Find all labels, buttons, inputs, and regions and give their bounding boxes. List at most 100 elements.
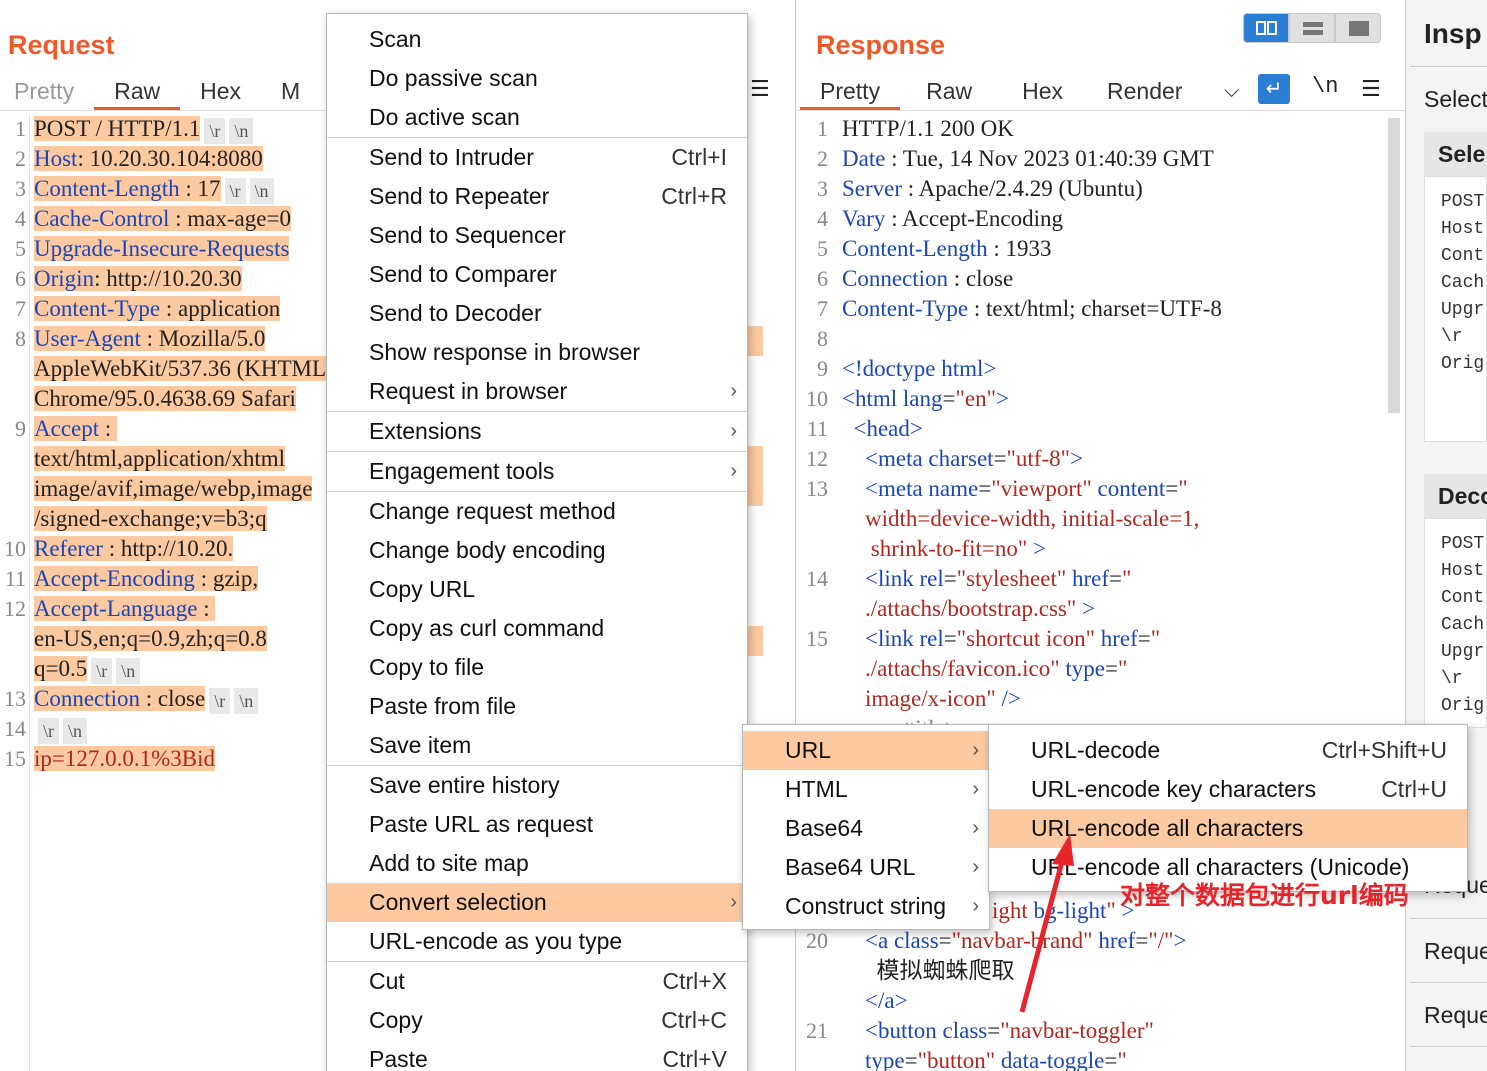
tab-raw[interactable]: Raw: [94, 76, 181, 110]
menu-item-paste-from-file[interactable]: Paste from file: [327, 687, 747, 726]
header-name: >: [1070, 446, 1084, 471]
menu-item-show-response-in-browser[interactable]: Show response in browser: [327, 333, 747, 372]
response-menu-icon[interactable]: ☰: [1361, 76, 1381, 102]
menu-item-paste-url-as-request[interactable]: Paste URL as request: [327, 805, 747, 844]
menu-item-label: Save entire history: [369, 772, 560, 798]
tab-hex[interactable]: Hex: [180, 76, 261, 110]
tab-pretty[interactable]: Pretty: [800, 76, 901, 110]
response-editor[interactable]: 1 HTTP/1.1 200 OK 2 Date : Tue, 14 Nov 2023…: [796, 114, 1386, 724]
text-token: =: [993, 446, 1007, 471]
line-number: 21: [806, 1018, 828, 1043]
tab-render[interactable]: Render: [1087, 76, 1202, 110]
code-line: <link rel="shortcut icon" href=": [842, 624, 1160, 654]
text-token: q=0.5: [34, 656, 88, 681]
request-query-item[interactable]: Reque: [1424, 938, 1487, 965]
menu-item-send-to-repeater[interactable]: Send to Repeater Ctrl+R: [327, 177, 747, 216]
convert-item-base64-url[interactable]: Base64 URL ›: [743, 848, 989, 887]
text-token: /signed-exchange;v=b3;q: [34, 506, 267, 531]
tab-hex[interactable]: Hex: [998, 76, 1087, 110]
menu-item-url-encode-as-you-type[interactable]: URL-encode as you type: [327, 922, 747, 961]
menu-item-label: Paste URL as request: [369, 811, 594, 837]
menu-item-save-item[interactable]: Save item: [327, 726, 747, 765]
menu-item-engagement-tools[interactable]: Engagement tools ›: [327, 452, 747, 491]
menu-item-add-to-site-map[interactable]: Add to site map: [327, 844, 747, 883]
single-view-icon[interactable]: [1335, 13, 1381, 43]
menu-item-scan[interactable]: Scan: [327, 20, 747, 59]
line-number: 10: [806, 386, 828, 411]
header-name: User-Agent: [34, 326, 141, 351]
menu-item-label: Copy URL: [369, 576, 476, 602]
code-line: Chrome/95.0.4638.69 Safari: [34, 384, 296, 414]
convert-item-url[interactable]: URL ›: [743, 731, 989, 770]
header-name: <meta: [842, 446, 929, 471]
code-line: ./attachs/bootstrap.css" >: [842, 594, 1095, 624]
menu-item-extensions[interactable]: Extensions ›: [327, 412, 747, 451]
wrap-lines-icon[interactable]: ↵: [1258, 74, 1290, 104]
tab-raw[interactable]: Raw: [900, 76, 998, 110]
menu-item-copy-as-curl-command[interactable]: Copy as curl command: [327, 609, 747, 648]
selected-text-header[interactable]: Sele: [1424, 132, 1487, 176]
menu-item-send-to-decoder[interactable]: Send to Decoder: [327, 294, 747, 333]
request-editor[interactable]: 1 POST / HTTP/1.1 \r \n 2 Host: 10.20.30.104:…: [0, 114, 330, 1071]
header-name: />: [995, 686, 1021, 711]
line-number: 20: [806, 928, 828, 953]
url-item-url-encode-key-characters[interactable]: URL-encode key characters Ctrl+U: [989, 770, 1467, 809]
menu-item-send-to-comparer[interactable]: Send to Comparer: [327, 255, 747, 294]
header-name: >: [1173, 928, 1187, 953]
code-line: en-US,en;q=0.9,zh;q=0.8: [34, 624, 267, 654]
line-number: 12: [4, 596, 26, 621]
code-line: shrink-to-fit=no" >: [842, 534, 1046, 564]
menu-item-do-active-scan[interactable]: Do active scan: [327, 98, 747, 137]
code-line: Content-Length : 1933: [842, 234, 1052, 264]
menu-item-save-entire-history[interactable]: Save entire history: [327, 766, 747, 805]
menu-item-do-passive-scan[interactable]: Do passive scan: [327, 59, 747, 98]
header-name: content: [1091, 476, 1166, 501]
menu-item-shortcut: Ctrl+V: [662, 1046, 727, 1071]
tab-pretty[interactable]: Pretty: [0, 76, 94, 110]
line-number: 7: [15, 296, 26, 321]
menu-item-cut[interactable]: Cut Ctrl+X: [327, 962, 747, 1001]
split-view-icon[interactable]: [1243, 13, 1289, 43]
header-name: rel: [919, 626, 944, 651]
text-token: =: [1104, 1048, 1118, 1071]
code-line: Accept-Language :: [34, 594, 216, 624]
menu-item-label: Cut: [369, 968, 405, 994]
response-scrollbar[interactable]: [1388, 118, 1400, 413]
line-number: 12: [806, 446, 828, 471]
selection-label: Select: [1424, 86, 1487, 112]
request-menu-icon[interactable]: ☰: [750, 76, 770, 102]
menu-item-convert-selection[interactable]: Convert selection ›: [327, 883, 747, 922]
menu-item-send-to-sequencer[interactable]: Send to Sequencer: [327, 216, 747, 255]
string-value: ./attachs/bootstrap.css": [842, 596, 1077, 621]
menu-item-request-in-browser[interactable]: Request in browser ›: [327, 372, 747, 411]
escape-char-badge: \r: [224, 177, 246, 204]
menu-item-label: Do passive scan: [369, 65, 538, 91]
menu-item-label: Base64 URL: [785, 854, 916, 880]
menu-item-send-to-intruder[interactable]: Send to Intruder Ctrl+I: [327, 138, 747, 177]
text-token: =: [1165, 476, 1179, 501]
newline-toggle-icon[interactable]: \n: [1312, 74, 1338, 99]
text-token: :: [99, 416, 118, 441]
request-headers-item[interactable]: Reque: [1424, 1002, 1487, 1029]
menu-item-copy-url[interactable]: Copy URL: [327, 570, 747, 609]
convert-item-html[interactable]: HTML ›: [743, 770, 989, 809]
menu-item-change-request-method[interactable]: Change request method: [327, 492, 747, 531]
chevron-down-icon[interactable]: ⌵: [1224, 80, 1239, 103]
line-number: 4: [15, 206, 26, 231]
convert-item-construct-string[interactable]: Construct string ›: [743, 887, 989, 926]
horizontal-view-icon[interactable]: [1289, 13, 1335, 43]
decoded-header[interactable]: Deco: [1424, 474, 1487, 518]
convert-item-base64[interactable]: Base64 ›: [743, 809, 989, 848]
text-token: =: [943, 626, 957, 651]
escape-char-badge: \n: [249, 177, 274, 204]
menu-item-paste[interactable]: Paste Ctrl+V: [327, 1040, 747, 1071]
header-name: Connection: [34, 686, 141, 711]
menu-item-change-body-encoding[interactable]: Change body encoding: [327, 531, 747, 570]
menu-item-copy[interactable]: Copy Ctrl+C: [327, 1001, 747, 1040]
line-number: 1: [817, 116, 828, 141]
tab-more[interactable]: M: [261, 76, 320, 110]
code-line: <meta name="viewport" content=": [842, 474, 1188, 504]
url-item-url-decode[interactable]: URL-decode Ctrl+Shift+U: [989, 731, 1467, 770]
menu-item-copy-to-file[interactable]: Copy to file: [327, 648, 747, 687]
text-token: : Apache/2.4.29 (Ubuntu): [902, 176, 1143, 201]
